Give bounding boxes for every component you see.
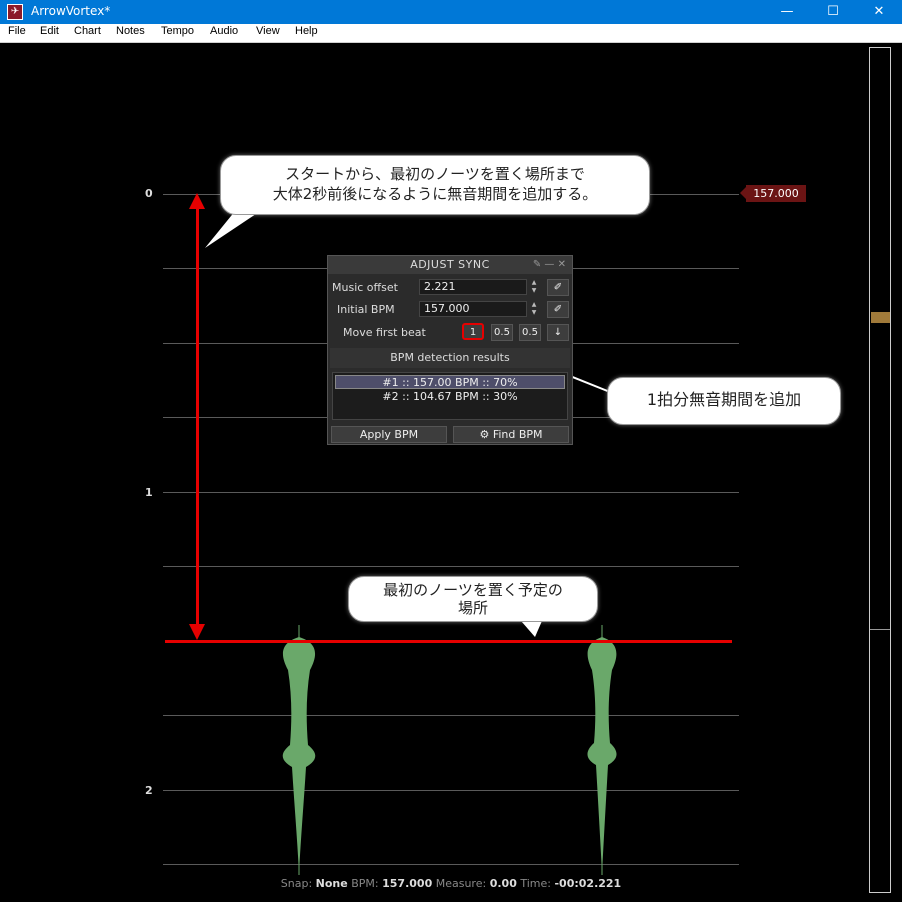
move-first-beat-label: Move first beat: [343, 326, 426, 339]
apply-bpm-button[interactable]: Apply BPM: [331, 426, 447, 443]
list-item[interactable]: #1 :: 157.00 BPM :: 70%: [335, 375, 565, 389]
callout-line: スタートから、最初のノーツを置く場所まで: [285, 165, 585, 183]
move-beat-half-down-button[interactable]: 0.5: [519, 324, 541, 341]
close-icon[interactable]: ✕: [558, 259, 566, 270]
music-offset-tool-button[interactable]: ✐: [547, 279, 569, 296]
find-bpm-button[interactable]: ⚙ Find BPM: [453, 426, 569, 443]
callout-pointers: [205, 205, 611, 637]
initial-bpm-label: Initial BPM: [337, 303, 395, 316]
move-beat-half-up-button[interactable]: 0.5: [491, 324, 513, 341]
bpm-value: 157.000: [382, 877, 433, 890]
bpm-results-list[interactable]: #1 :: 157.00 BPM :: 70% #2 :: 104.67 BPM…: [332, 372, 568, 420]
music-offset-label: Music offset: [332, 281, 398, 294]
callout-line: 場所: [457, 599, 488, 617]
adjust-sync-dialog: ADJUST SYNC ✎ — ✕ Music offset 2.221 ▲ ▼ …: [327, 255, 573, 445]
bpm-results-header: BPM detection results: [330, 348, 570, 368]
move-beat-one-button[interactable]: 1: [462, 323, 484, 340]
gear-icon: ⚙: [479, 428, 490, 441]
initial-bpm-tool-button[interactable]: ✐: [547, 301, 569, 318]
initial-bpm-stepper[interactable]: ▲ ▼: [529, 301, 539, 317]
minimize-icon[interactable]: —: [544, 259, 554, 270]
move-beat-down-button[interactable]: ↓: [547, 324, 569, 341]
callout-one-beat: 1拍分無音期間を追加: [607, 377, 841, 425]
time-value: -00:02.221: [554, 877, 622, 890]
snap-label: Snap:: [280, 877, 313, 890]
pin-icon[interactable]: ✎: [533, 259, 541, 270]
measure-value: 0.00: [489, 877, 517, 890]
snap-value: None: [315, 877, 348, 890]
status-bar: Snap: None BPM: 157.000 Measure: 0.00 Ti…: [0, 877, 902, 890]
callout-line: 大体2秒前後になるように無音期間を追加する。: [272, 185, 598, 203]
time-label: Time:: [520, 877, 551, 890]
bpm-label: BPM:: [351, 877, 379, 890]
music-offset-input[interactable]: 2.221: [419, 279, 527, 295]
callout-add-silence: スタートから、最初のノーツを置く場所まで 大体2秒前後になるように無音期間を追加…: [220, 155, 650, 215]
dialog-window-controls: ✎ — ✕: [533, 256, 566, 274]
music-offset-stepper[interactable]: ▲ ▼: [529, 279, 539, 295]
callout-line: 最初のノーツを置く予定の: [383, 581, 563, 599]
list-item[interactable]: #2 :: 104.67 BPM :: 30%: [335, 390, 565, 404]
measure-label: Measure:: [435, 877, 487, 890]
initial-bpm-input[interactable]: 157.000: [419, 301, 527, 317]
callout-first-note: 最初のノーツを置く予定の 場所: [348, 576, 598, 622]
find-bpm-label: Find BPM: [492, 428, 543, 441]
